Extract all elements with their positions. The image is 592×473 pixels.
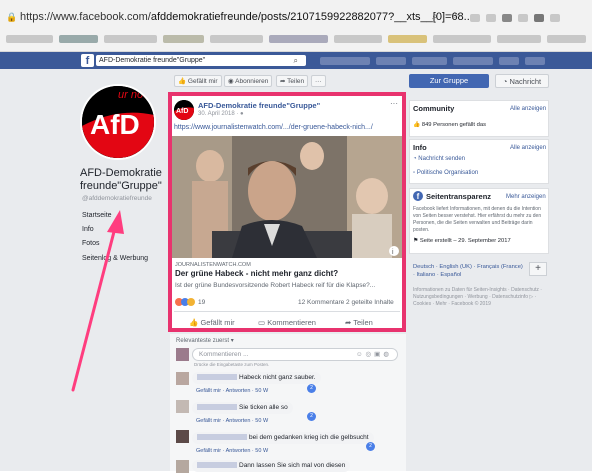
info-title: Info [413,143,427,152]
facebook-search-input[interactable]: AFD-Demokratie freunde"Gruppe" ⌕ [96,55,306,66]
comment-actions[interactable]: Gefällt mir · Antworten · 50 W [196,418,268,424]
page-title-line1: AFD-Demokratie [80,167,162,179]
comment-bubble: Habeck nicht ganz sauber. [192,372,321,384]
comment-bubble: Sie ticken alle so [192,402,293,414]
afd-logo-text: AfD [90,109,140,140]
user-avatar [176,348,189,361]
comment-avatar[interactable] [176,430,189,443]
post-date[interactable]: 30. April 2018 · ● [198,111,244,117]
messenger-icon: ◔ [413,156,417,162]
reactions-icons[interactable] [175,298,197,307]
footer-links[interactable]: Informationen zu Daten für Seiten-Insigh… [413,287,549,308]
more-button[interactable]: ··· [311,75,326,87]
message-button[interactable]: ◔ Nachricht [495,74,549,88]
article-domain: JOURNALISTENWATCH.COM [175,262,251,268]
comment-button[interactable]: ▭ Kommentieren [258,318,316,327]
svg-text:AfD: AfD [176,108,188,115]
comments-shares-count[interactable]: 12 Kommentare 2 geteilte Inhalte [298,299,394,306]
extension-icons[interactable] [470,14,585,22]
search-icon[interactable]: ⌕ [294,55,298,66]
tag-icon: ▫ [413,170,416,176]
article-teaser: Ist der grüne Bundesvorsitzende Robert H… [175,282,376,289]
messenger-icon: ◔ [502,77,508,86]
commenter-name[interactable] [197,404,237,411]
comment-actions[interactable]: Gefällt mir · Antworten · 50 W [196,388,268,394]
commenter-name[interactable] [197,374,237,381]
article-image[interactable]: i [172,136,402,258]
add-language-button[interactable]: + [529,262,547,276]
divider [174,311,400,312]
go-to-group-button[interactable]: Zur Gruppe [409,74,489,88]
comment-sort[interactable]: Relevanteste zuerst ▾ [176,337,234,344]
send-message-link[interactable]: ◔ Nachricht senden [413,156,465,162]
lock-icon: 🔒 [6,11,18,22]
star-icon[interactable]: ☆ [450,11,459,22]
like-button[interactable]: 👍 Gefällt mir [189,318,235,327]
like-badge-icon[interactable]: 2 [366,442,375,451]
comment-bubble: bei dem gedanken krieg ich die gelbsucht [192,432,374,444]
post-author-avatar[interactable]: AfD [174,100,194,120]
top-bar-blurred-items[interactable] [320,57,580,65]
transparency-more[interactable]: Mehr anzeigen [506,194,546,200]
nav-info[interactable]: Info [82,226,94,233]
browser-chrome: 🔒 https://www.facebook.com/afddemokratie… [0,0,592,52]
nav-fotos[interactable]: Fotos [82,240,100,247]
comment-hint: Drücke die Eingabetaste zum Posten. [194,362,270,367]
commenter-name[interactable] [197,434,247,441]
transparency-title: Seitentransparenz [426,192,492,201]
likes-count: 👍 849 Personen gefällt das [413,122,486,128]
post-author-name[interactable]: AFD-Demokratie freunde"Gruppe" [198,101,320,110]
thumbs-up-icon: 👍 [189,318,199,327]
community-title: Community [413,104,455,113]
comment-icon: ▭ [258,318,266,327]
thumbs-up-icon: 👍 [413,122,421,128]
page-title-line2: freunde"Gruppe" [80,180,162,192]
facebook-logo-icon[interactable]: f [81,54,94,67]
comment-bubble: Dann lassen Sie sich mal von diesen [192,460,351,472]
like-badge-icon[interactable]: 2 [307,412,316,421]
facebook-icon: f [413,191,423,201]
like-badge-icon[interactable]: 2 [307,384,316,393]
page-created: ⚑ Seite erstellt – 29. September 2017 [413,238,511,244]
nav-werbung[interactable]: Seitenlog & Werbung [82,255,148,262]
like-page-button[interactable]: 👍 Gefällt mir [174,75,222,87]
reactions-count[interactable]: 19 [198,299,205,306]
share-page-button[interactable]: ➦ Teilen [276,75,309,87]
category-link[interactable]: ▫ Politische Organisation [413,170,478,176]
search-icon[interactable]: ⌕ [432,11,438,22]
comment-avatar[interactable] [176,460,189,473]
post-options-icon[interactable]: ··· [390,99,398,108]
comment-input[interactable]: Kommentieren ... ☺◎▣◍ [192,348,398,361]
post-link[interactable]: https://www.journalistenwatch.com/.../de… [174,124,373,131]
community-show-all[interactable]: Alle anzeigen [510,106,546,112]
info-show-all[interactable]: Alle anzeigen [510,145,546,151]
bookmarks-bar[interactable] [6,33,592,45]
page-handle: @afddemokratiefreunde [82,195,152,202]
nav-startseite[interactable]: Startseite [82,212,112,219]
subscribe-button[interactable]: ◉ Abonnieren [224,75,273,87]
article-headline[interactable]: Der grüne Habeck - nicht mehr ganz dicht… [175,269,338,278]
transparency-text: Facebook liefert Informationen, mit dene… [413,206,542,233]
comment-avatar[interactable] [176,372,189,385]
comment-actions[interactable]: Gefällt mir · Antworten · 50 W [196,448,268,454]
commenter-name[interactable] [197,462,237,469]
share-icon: ➦ [345,318,352,327]
comment-avatar[interactable] [176,400,189,413]
page-profile-picture[interactable]: AfD ur noch [80,84,156,160]
emoji-camera-icons[interactable]: ☺◎▣◍ [356,349,392,360]
share-button[interactable]: ➦ Teilen [345,318,373,327]
url-text[interactable]: https://www.facebook.com/afddemokratiefr… [20,11,473,23]
flag-icon: ⚑ [413,238,419,244]
language-links[interactable]: Deutsch · English (UK) · Français (Franc… [413,263,525,279]
address-bar[interactable]: 🔒 https://www.facebook.com/afddemokratie… [0,6,592,28]
